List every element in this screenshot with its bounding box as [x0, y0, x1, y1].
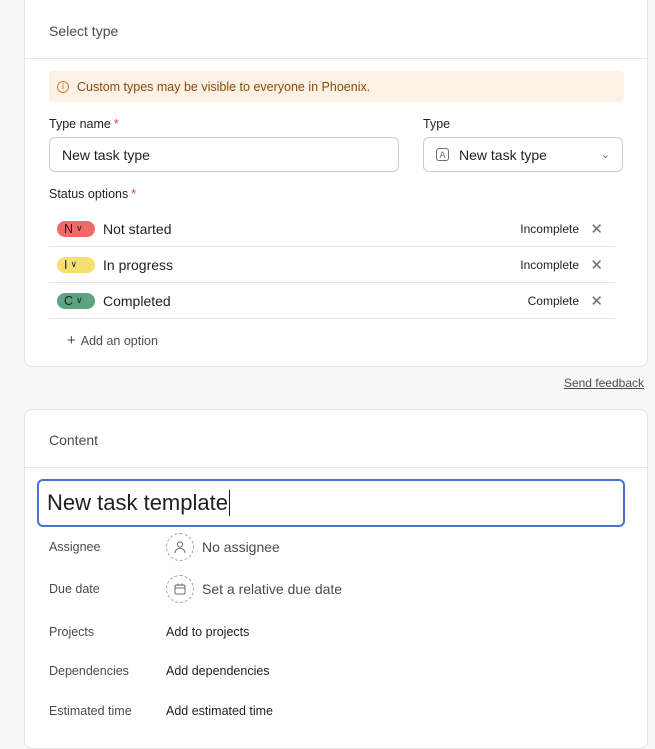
card-title: Content [49, 432, 99, 448]
select-type-card: Select type i Custom types may be visibl… [24, 0, 648, 367]
close-icon[interactable]: ✕ [590, 256, 603, 274]
assignee-value: No assignee [202, 539, 280, 555]
close-icon[interactable]: ✕ [590, 292, 603, 310]
field-label: Assignee [49, 540, 101, 554]
status-color-picker[interactable]: N ∨ [57, 220, 95, 237]
status-letter: C [64, 293, 74, 308]
add-estimated-time-button[interactable]: Add estimated time [166, 704, 273, 718]
field-label: Due date [49, 582, 100, 596]
info-circle-icon: i [57, 80, 69, 93]
estimated-time-row: Estimated time Add estimated time [49, 696, 625, 726]
field-label: Projects [49, 625, 95, 639]
letter-a-box-icon: A [436, 148, 449, 161]
due-date-row: Due date Set a relative due date [49, 574, 625, 604]
type-label: Type [423, 117, 451, 131]
status-color-picker[interactable]: C ∨ [57, 292, 95, 309]
status-name[interactable]: In progress [103, 257, 173, 273]
status-state[interactable]: Incomplete [520, 222, 579, 236]
status-option-row: N ∨ Not started Incomplete ✕ [49, 211, 615, 247]
type-name-input[interactable] [49, 137, 399, 172]
banner-text: Custom types may be visible to everyone … [77, 79, 371, 94]
card-title: Select type [49, 23, 119, 39]
add-option-label: Add an option [80, 333, 158, 348]
chevron-down-icon: ⌄ [600, 149, 610, 161]
status-options-label: Status options * [49, 187, 136, 201]
due-date-picker[interactable]: Set a relative due date [166, 575, 342, 603]
status-state[interactable]: Complete [528, 294, 579, 308]
content-card: Content New task template Assignee No as… [24, 409, 648, 749]
assignee-picker[interactable]: No assignee [166, 533, 280, 561]
type-name-label: Type name * [49, 117, 119, 131]
calendar-icon [166, 575, 194, 603]
status-name[interactable]: Completed [103, 293, 171, 309]
projects-row: Projects Add to projects [49, 617, 625, 647]
assignee-row: Assignee No assignee [49, 532, 625, 562]
status-option-row: C ∨ Completed Complete ✕ [49, 283, 615, 319]
required-mark: * [131, 187, 137, 201]
person-icon [166, 533, 194, 561]
field-label: Dependencies [49, 664, 129, 678]
status-name[interactable]: Not started [103, 221, 171, 237]
status-state[interactable]: Incomplete [520, 258, 579, 272]
chevron-down-icon: ∨ [76, 223, 83, 233]
text-cursor [228, 490, 230, 516]
status-letter: I [64, 257, 68, 272]
close-icon[interactable]: ✕ [590, 220, 603, 238]
status-letter: N [64, 221, 74, 236]
chevron-down-icon: ∨ [76, 295, 83, 305]
task-title-input[interactable]: New task template [37, 479, 625, 527]
field-label: Estimated time [49, 704, 132, 718]
card-header: Content [25, 410, 647, 468]
add-dependencies-button[interactable]: Add dependencies [166, 664, 270, 678]
add-option-button[interactable]: + Add an option [67, 332, 158, 349]
type-name-label-text: Type name [49, 117, 111, 131]
type-select-value: New task type [459, 146, 547, 163]
due-date-value: Set a relative due date [202, 581, 343, 597]
type-select[interactable]: A New task type ⌄ [423, 137, 623, 172]
info-banner: i Custom types may be visible to everyon… [49, 71, 624, 102]
card-header: Select type [25, 0, 647, 59]
status-option-row: I ∨ In progress Incomplete ✕ [49, 247, 615, 283]
send-feedback-link[interactable]: Send feedback [564, 376, 644, 390]
task-title-text: New task template [47, 490, 228, 515]
add-to-projects-button[interactable]: Add to projects [166, 625, 249, 639]
required-mark: * [113, 117, 119, 131]
chevron-down-icon: ∨ [70, 259, 78, 269]
plus-icon: + [67, 332, 76, 349]
dependencies-row: Dependencies Add dependencies [49, 656, 625, 686]
status-color-picker[interactable]: I ∨ [57, 256, 95, 273]
status-options-label-text: Status options [49, 187, 129, 201]
